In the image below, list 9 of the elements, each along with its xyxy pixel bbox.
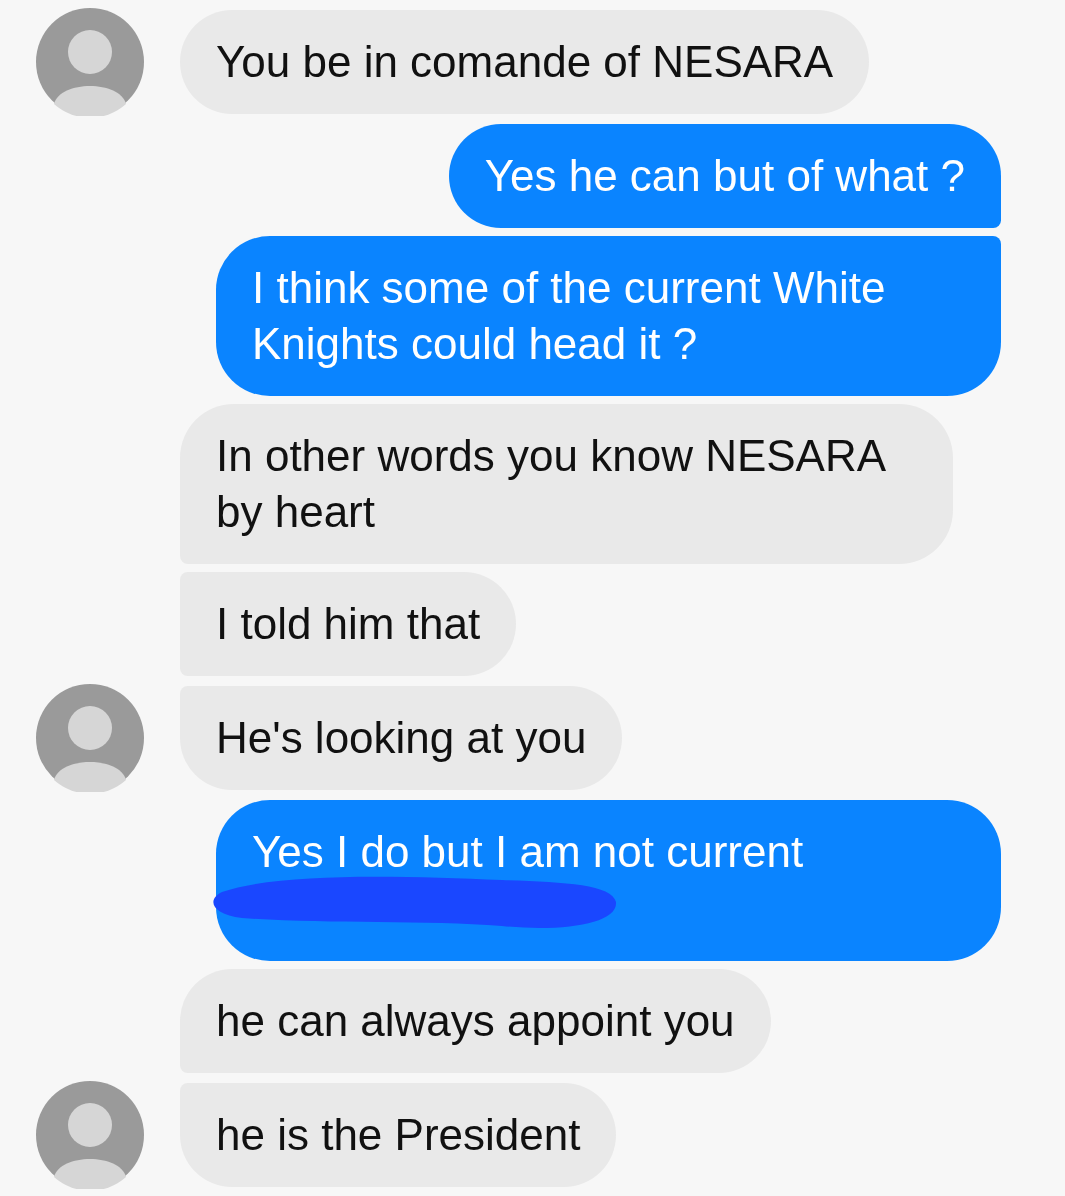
received-message: He's looking at you [180,686,623,790]
received-message: I told him that [180,572,517,676]
sent-message: Yes I do but I am not current [216,800,1001,961]
received-message: he can always appoint you [180,969,771,1073]
sent-message: I think some of the current White Knights could head it ? [216,236,1001,396]
received-message: In other words you know NESARA by heart [180,404,953,564]
sent-message: Yes he can but of what ? [448,124,1001,228]
received-message: You be in comande of NESARA [180,10,870,114]
received-message: he is the President [180,1083,617,1187]
